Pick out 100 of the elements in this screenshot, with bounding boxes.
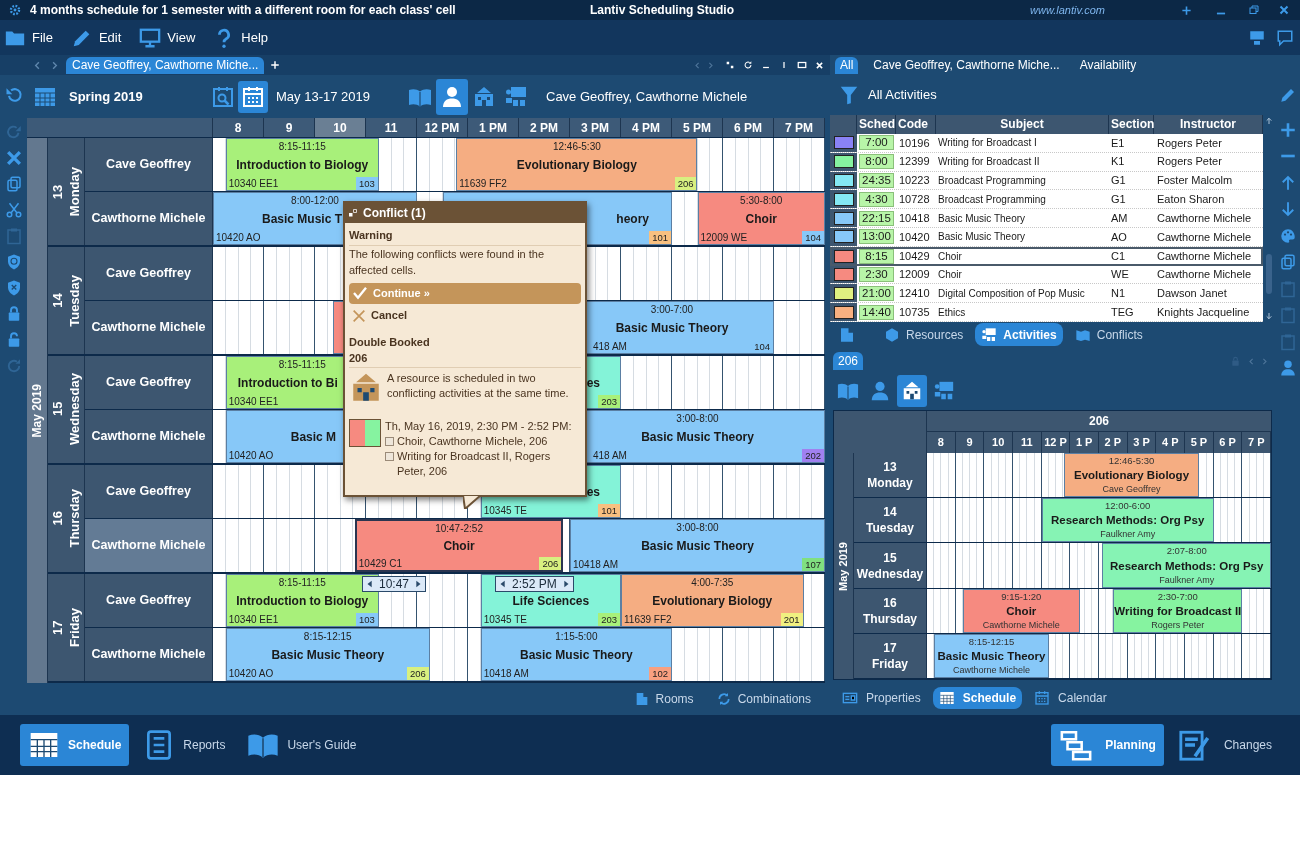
- event-block[interactable]: 3:00-8:00 Basic Music Theory 10418 AM 107: [570, 519, 825, 572]
- date-button[interactable]: [238, 80, 268, 113]
- menu-item[interactable]: Help: [241, 27, 269, 48]
- event-block[interactable]: 12:46-5:30 Evolutionary Biology Cave Geoffrey: [1063, 453, 1200, 498]
- nav-button[interactable]: Planning: [1051, 724, 1164, 766]
- filter-tab[interactable]: Availability: [1074, 56, 1142, 74]
- side-tab[interactable]: Resources: [878, 323, 970, 346]
- day-date: 15: [883, 549, 897, 566]
- activity-row[interactable]: 7:00 10196 Writing for Broadcast I E1 Rogers Peter: [830, 134, 1263, 153]
- event-block[interactable]: 8:15-12:15 Basic Music Theory 10420 AO 206: [225, 628, 430, 681]
- filter-icon[interactable]: [838, 84, 860, 106]
- table-cell-text: K1: [1110, 154, 1126, 170]
- left-arrow-icon[interactable]: [498, 579, 508, 589]
- maximize-icon[interactable]: [797, 60, 807, 70]
- add-icon[interactable]: [1181, 4, 1192, 16]
- time-handle[interactable]: 10:47: [362, 576, 427, 592]
- resource-type-button[interactable]: [897, 375, 927, 407]
- event-code: 10340 EE1: [227, 396, 279, 408]
- side-tab[interactable]: Conflicts: [1068, 323, 1149, 346]
- resource-tab[interactable]: 206: [833, 352, 864, 370]
- resource-name[interactable]: Cave Geoffrey: [85, 574, 213, 627]
- event-block[interactable]: 9:15-1:20 Choir Cawthorne Michele: [962, 588, 1080, 633]
- time-handle[interactable]: 2:52 PM: [495, 576, 574, 592]
- event-code: 11639 FF2: [623, 614, 672, 626]
- event-block[interactable]: 12:00-6:00 Research Methods: Org Psy Faulkner Amy: [1041, 498, 1214, 543]
- settings-icon[interactable]: [8, 3, 22, 17]
- resource-name[interactable]: Cawthorne Michele: [85, 519, 213, 572]
- display-icon[interactable]: [1248, 28, 1266, 47]
- filter-tab[interactable]: Cave Geoffrey, Cawthorne Miche...: [868, 56, 1065, 74]
- panel-tab[interactable]: Schedule: [932, 686, 1023, 709]
- warning-heading: Warning: [349, 227, 581, 246]
- room-badge: 203: [598, 395, 620, 408]
- event-block[interactable]: 5:30-8:00 Choir 12009 WE 104: [697, 192, 825, 245]
- scroll-up-icon[interactable]: [1265, 117, 1273, 125]
- add-icon[interactable]: [1278, 120, 1297, 139]
- activity-row[interactable]: 21:00 12410 Digital Composition of Pop Music N1 Dawson Janet: [830, 284, 1263, 304]
- event-block[interactable]: 12:46-5:30 Evolutionary Biology 11639 FF2 206: [456, 138, 698, 191]
- event-block[interactable]: 2:07-8:00 Research Methods: Org Psy Faulkner Amy: [1102, 543, 1271, 588]
- nav-button[interactable]: User's Guide: [239, 724, 365, 766]
- resource-name[interactable]: Cawthorne Michele: [85, 628, 213, 681]
- restore-icon[interactable]: [1248, 4, 1260, 16]
- menu-item[interactable]: File: [32, 27, 53, 48]
- menu-item[interactable]: Edit: [98, 27, 122, 48]
- table-cell-text: Cawthorne Michele: [1156, 229, 1253, 245]
- activity-row[interactable]: 14:40 10735 Ethics TEG Knights Jacqueline: [830, 303, 1263, 322]
- event-person: Cave Geoffrey: [1102, 484, 1161, 496]
- event-block[interactable]: 4:00-7:35 Evolutionary Biology 11639 FF2 201: [621, 574, 804, 627]
- nav-button[interactable]: Changes: [1169, 724, 1280, 766]
- menu-item[interactable]: View: [167, 27, 196, 48]
- event-block[interactable]: 10:47-2:52 Choir 10429 C1 206: [354, 519, 564, 572]
- resource-name[interactable]: Cave Geoffrey: [85, 356, 213, 409]
- resource-name[interactable]: Cawthorne Michele: [85, 410, 213, 463]
- refresh-icon[interactable]: [743, 60, 753, 70]
- filter-tab[interactable]: All: [835, 56, 859, 74]
- view-mode-button[interactable]: [436, 78, 468, 115]
- event-block[interactable]: 1:15-5:00 Basic Music Theory 10418 AM 102: [480, 628, 672, 681]
- table-cell-text: 10735: [898, 304, 931, 320]
- scroll-down-icon[interactable]: [1265, 312, 1273, 320]
- event-block[interactable]: 8:15-11:15 Introduction to Biology 10340 EE1 103: [225, 574, 379, 627]
- website-link[interactable]: www.lantiv.com: [1030, 1, 1105, 19]
- close-icon[interactable]: [1278, 4, 1290, 16]
- left-arrow-icon[interactable]: [365, 579, 375, 589]
- resource-name[interactable]: Cave Geoffrey: [85, 247, 213, 300]
- monitor-icon[interactable]: [139, 26, 162, 49]
- scroll-right-icon[interactable]: [706, 60, 715, 70]
- new-tab-icon[interactable]: [270, 60, 281, 70]
- panel-tab[interactable]: Properties: [836, 686, 927, 709]
- scroll-right-icon[interactable]: [1260, 356, 1269, 366]
- activity-row[interactable]: 4:30 10728 Broadcast Programming G1 Eaton Sharon: [830, 190, 1263, 210]
- chat-icon[interactable]: [1276, 28, 1294, 47]
- event-block[interactable]: 8:15-12:15 Basic Music Theory Cawthorne Michele: [934, 633, 1049, 678]
- panel-tab[interactable]: Calendar: [1028, 686, 1113, 709]
- nav-button[interactable]: Reports: [135, 724, 234, 766]
- room-badge: 101: [598, 504, 620, 517]
- checkbox[interactable]: [385, 451, 394, 461]
- event-block[interactable]: 8:15-11:15 Introduction to Biology 10340 EE1 103: [225, 138, 379, 191]
- palette-icon[interactable]: [1278, 226, 1297, 245]
- scroll-left-icon[interactable]: [1247, 356, 1256, 366]
- event-block[interactable]: 2:30-7:00 Writing for Broadcast II Rogers Peter: [1113, 588, 1243, 633]
- copy-icon[interactable]: [1278, 253, 1297, 272]
- cut-icon[interactable]: [4, 201, 23, 219]
- copy-icon[interactable]: [4, 175, 23, 193]
- resource-name[interactable]: Cave Geoffrey: [85, 138, 213, 191]
- event-time: 3:00-8:00: [676, 521, 719, 535]
- person-icon[interactable]: [1278, 359, 1297, 378]
- scroll-left-icon[interactable]: [693, 60, 702, 70]
- hour-header: 6 PM: [723, 118, 774, 137]
- edit-icon[interactable]: [1278, 86, 1297, 105]
- checkbox[interactable]: [385, 436, 394, 446]
- resource-name[interactable]: Cave Geoffrey: [85, 465, 213, 518]
- resource-name[interactable]: Cawthorne Michele: [85, 301, 213, 354]
- side-tab[interactable]: Activities: [975, 323, 1063, 346]
- activity-row[interactable]: 22:15 10418 Basic Music Theory AM Cawthorne Michele: [830, 209, 1263, 228]
- nav-button[interactable]: Schedule: [20, 724, 130, 766]
- panel-tab[interactable]: Rooms: [655, 690, 694, 708]
- document-tab[interactable]: Cave Geoffrey, Cawthorne Miche...: [66, 56, 265, 74]
- scrollbar-thumb[interactable]: [1266, 253, 1272, 294]
- building-icon[interactable]: [838, 325, 856, 344]
- panel-tab[interactable]: Combinations: [737, 690, 811, 708]
- resource-name[interactable]: Cawthorne Michele: [85, 192, 213, 245]
